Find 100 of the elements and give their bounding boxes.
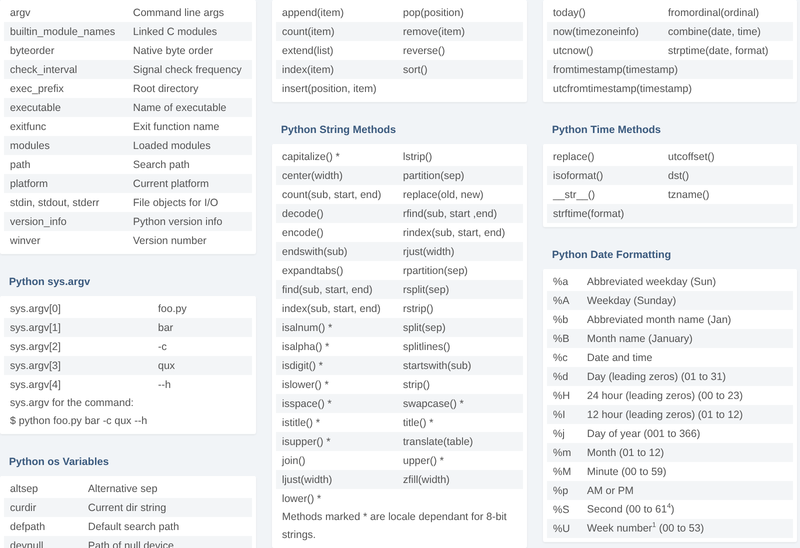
table-cell-text: join() bbox=[282, 454, 306, 466]
section-title: Python os Variables bbox=[9, 455, 110, 469]
table-cell: tzname() bbox=[668, 188, 710, 200]
table-cell: Default search path bbox=[88, 520, 180, 532]
table-cell: Current dir string bbox=[88, 502, 166, 514]
table-cell-text: endswith(sub) bbox=[282, 246, 348, 258]
table-cell-text: %H bbox=[553, 390, 571, 402]
table-cell-text: now(timezoneinfo) bbox=[553, 26, 640, 38]
table-cell: File objects for I/O bbox=[133, 196, 218, 208]
table-cell: Search path bbox=[133, 158, 190, 170]
table-cell: --h bbox=[158, 378, 171, 390]
table-cell-text: expandtabs() bbox=[282, 264, 344, 276]
table-cell-text: argv bbox=[10, 6, 32, 18]
table-cell-text: ljust(width) bbox=[282, 474, 334, 486]
table-cell: utcfromtimestamp(timestamp) bbox=[553, 82, 692, 94]
table-cell-text: utcnow() bbox=[553, 44, 594, 56]
table-cell-text: %I bbox=[553, 408, 566, 420]
table-cell-text: isupper() * bbox=[282, 436, 332, 448]
table-cell: zfill(width) bbox=[403, 474, 450, 486]
table-cell: swapcase() * bbox=[403, 398, 464, 410]
table-cell-text: byteorder bbox=[10, 44, 56, 56]
table-cell: Current platform bbox=[133, 178, 209, 190]
table-cell-text: version_info bbox=[10, 216, 68, 228]
table-cell-text: decode() bbox=[282, 208, 324, 220]
table-cell: rstrip() bbox=[403, 302, 434, 314]
table-cell: pop(position) bbox=[403, 6, 464, 18]
table-cell: Exit function name bbox=[133, 120, 220, 132]
table-cell-text: count(sub, start, end) bbox=[282, 188, 382, 200]
table-cell: Linked C modules bbox=[133, 26, 218, 38]
table-cell-text: exitfunc bbox=[10, 120, 48, 132]
table-cell-text: insert(position, item) bbox=[282, 82, 378, 94]
table-cell: Version number bbox=[133, 234, 207, 246]
table-cell: 12 hour (leading zeros) (01 to 12) bbox=[587, 408, 743, 420]
table-cell-text: islower() * bbox=[282, 378, 330, 390]
table-cell: strip() bbox=[403, 378, 430, 390]
table-cell: Abbreviated weekday (Sun) bbox=[587, 276, 716, 288]
table-cell-text: %d bbox=[553, 370, 570, 382]
table-cell: Day of year (001 to 366) bbox=[587, 428, 700, 440]
table-cell-text: curdir bbox=[10, 502, 38, 514]
table-cell: fromordinal(ordinal) bbox=[668, 6, 760, 18]
table-cell: dst() bbox=[668, 170, 689, 182]
note-text: Methods marked * are locale dependant for 8-bit strings. bbox=[281, 510, 508, 543]
table-cell-text: path bbox=[10, 158, 32, 170]
table-cell-text: exec_prefix bbox=[10, 82, 65, 94]
table-cell-text: sys.argv[3] bbox=[10, 360, 62, 372]
table-cell-text: strftime(format) bbox=[553, 208, 626, 220]
table-cell: Month (01 to 12) bbox=[587, 446, 664, 458]
table-cell-text: istitle() * bbox=[282, 416, 321, 428]
table-cell: upper() * bbox=[403, 454, 444, 466]
table-cell-text: sys.argv[2] bbox=[10, 340, 62, 352]
table-cell-text: builtin_module_names bbox=[10, 26, 116, 38]
table-cell: Command line args bbox=[133, 6, 224, 18]
table-cell-text: sys.argv[0] bbox=[10, 302, 62, 314]
table-cell: Abbreviated month name (Jan) bbox=[587, 314, 732, 326]
table-cell-text: count(item) bbox=[282, 26, 336, 38]
table-cell-text: %S bbox=[553, 504, 570, 516]
table-cell: rpartition(sep) bbox=[403, 264, 468, 276]
table-cell: Date and time bbox=[587, 352, 652, 364]
table-cell: 24 hour (leading zeros) (00 to 23) bbox=[587, 390, 743, 402]
table-cell-text: %U bbox=[553, 522, 571, 534]
table-cell: Loaded modules bbox=[133, 140, 211, 152]
table-cell: Second (00 to 61$^{4}$) bbox=[587, 503, 674, 516]
table-cell-text: modules bbox=[10, 140, 51, 152]
table-cell-text: isoformat() bbox=[553, 170, 604, 182]
table-cell-text: %j bbox=[553, 428, 566, 440]
table-cell-text: %B bbox=[553, 332, 570, 344]
table-cell: Month name (January) bbox=[587, 332, 693, 344]
table-cell: -c bbox=[158, 340, 167, 352]
table-cell: AM or PM bbox=[587, 484, 634, 496]
table-cell: Python version info bbox=[133, 216, 222, 228]
table-cell: bar bbox=[158, 322, 174, 334]
table-cell-text: check_interval bbox=[10, 64, 78, 76]
table-cell-text: find(sub, start, end) bbox=[282, 284, 374, 296]
table-cell: splitlines() bbox=[403, 340, 450, 352]
table-cell: rjust(width) bbox=[403, 246, 454, 258]
table-cell: qux bbox=[158, 360, 175, 372]
table-cell: sort() bbox=[403, 64, 428, 76]
table-cell: rsplit(sep) bbox=[403, 284, 450, 296]
table-cell: Native byte order bbox=[133, 44, 213, 56]
table-cell-text: %m bbox=[553, 446, 572, 458]
table-cell-text: %p bbox=[553, 484, 570, 496]
table-cell-text: center(width) bbox=[282, 170, 344, 182]
table-cell: reverse() bbox=[403, 44, 446, 56]
table-cell-text: isspace() * bbox=[282, 398, 333, 410]
table-cell-text: index(item) bbox=[282, 64, 335, 76]
table-cell: replace(old, new) bbox=[403, 188, 484, 200]
table-cell: Week number$^{1}$ (00 to 53) bbox=[587, 522, 704, 535]
table-cell: translate(table) bbox=[403, 436, 474, 448]
table-cell-text: %A bbox=[553, 294, 570, 306]
table-cell-text: __str__() bbox=[553, 188, 596, 200]
table-cell-text: index(sub, start, end) bbox=[282, 302, 382, 314]
table-cell-text: isdigit() * bbox=[282, 360, 324, 372]
table-cell: combine(date, time) bbox=[668, 26, 761, 38]
table-cell-text: %c bbox=[553, 352, 569, 364]
table-cell-text: defpath bbox=[10, 520, 46, 532]
table-cell-text: platform bbox=[10, 178, 49, 190]
table-cell: utcoffset() bbox=[668, 150, 714, 162]
table-cell-text: capitalize() * bbox=[282, 150, 341, 162]
table-cell: strptime(date, format) bbox=[668, 44, 768, 56]
table-cell: partition(sep) bbox=[403, 170, 464, 182]
